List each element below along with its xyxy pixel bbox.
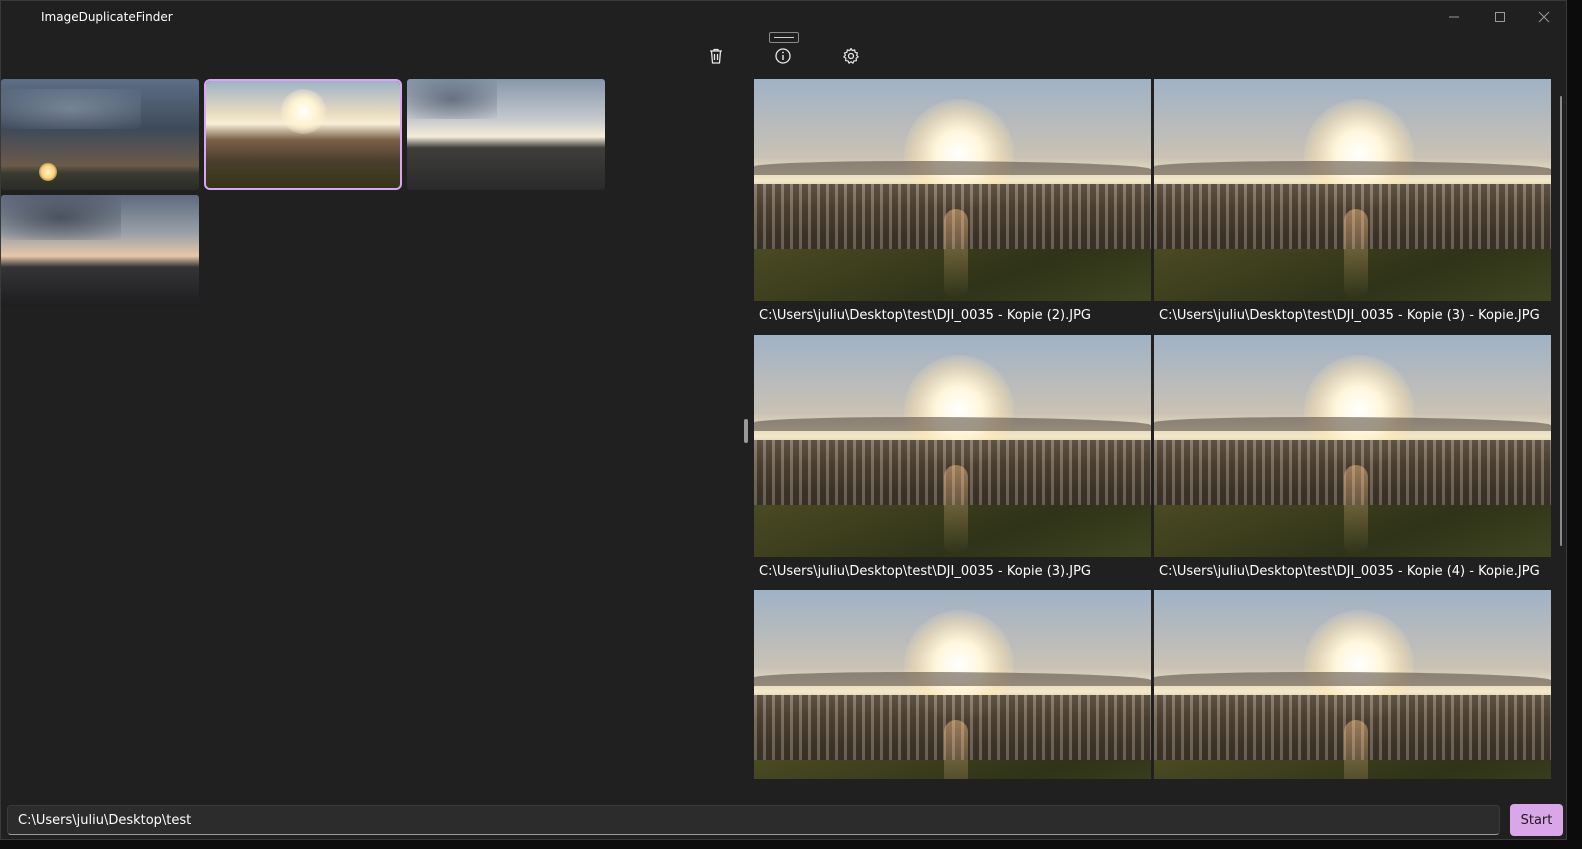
duplicate-path: C:\Users\juliu\Desktop\test\DJI_0035 - K… [759,564,1091,579]
duplicate-card[interactable]: C:\Users\juliu\Desktop\test\DJI_0035 - K… [1154,79,1551,323]
duplicate-card[interactable]: C:\Users\juliu\Desktop\test\DJI_0035 - K… [1154,335,1551,579]
thumbnail-sun [281,89,326,134]
info-icon [775,48,791,64]
trash-icon [710,48,722,64]
settings-button[interactable] [835,41,867,71]
start-button[interactable]: Start [1510,804,1563,836]
close-button[interactable] [1521,1,1567,33]
thumbnail-sun [39,163,57,181]
thumbnail-clouds [1,89,141,129]
duplicate-image [754,79,1151,301]
gear-icon [843,47,859,64]
thumbnail-4[interactable] [1,195,199,306]
duplicate-card[interactable] [754,590,1151,779]
folder-path-input[interactable] [7,805,1500,835]
minimize-button[interactable] [1431,1,1477,33]
minimize-icon [1449,16,1459,18]
app-window: ImageDuplicateFinder C:\Users\juliu\Desk… [0,0,1567,840]
duplicate-path: C:\Users\juliu\Desktop\test\DJI_0035 - K… [759,308,1091,323]
thumbnail-clouds [407,79,497,119]
duplicate-image [1154,335,1551,557]
maximize-button[interactable] [1477,1,1523,33]
info-button[interactable] [767,41,799,71]
delete-button[interactable] [700,41,732,71]
duplicate-image [1154,590,1551,779]
duplicates-grid: C:\Users\juliu\Desktop\test\DJI_0035 - K… [754,79,1554,779]
duplicate-card[interactable]: C:\Users\juliu\Desktop\test\DJI_0035 - K… [754,79,1151,323]
maximize-icon [1495,12,1505,22]
thumbnail-3[interactable] [407,79,605,190]
duplicate-image [1154,79,1551,301]
duplicate-card[interactable] [1154,590,1551,779]
duplicate-card[interactable]: C:\Users\juliu\Desktop\test\DJI_0035 - K… [754,335,1151,579]
close-icon [1538,11,1550,23]
thumbnail-1[interactable] [1,79,199,190]
duplicate-path: C:\Users\juliu\Desktop\test\DJI_0035 - K… [1159,564,1540,579]
vertical-scrollbar[interactable] [1560,96,1562,546]
window-title: ImageDuplicateFinder [41,10,173,24]
pane-splitter[interactable] [744,419,748,443]
thumbnail-2[interactable] [204,79,402,190]
title-bar: ImageDuplicateFinder [1,1,1566,33]
duplicate-path: C:\Users\juliu\Desktop\test\DJI_0035 - K… [1159,308,1540,323]
duplicate-image [754,335,1151,557]
thumbnail-clouds [1,195,121,240]
duplicate-image [754,590,1151,779]
